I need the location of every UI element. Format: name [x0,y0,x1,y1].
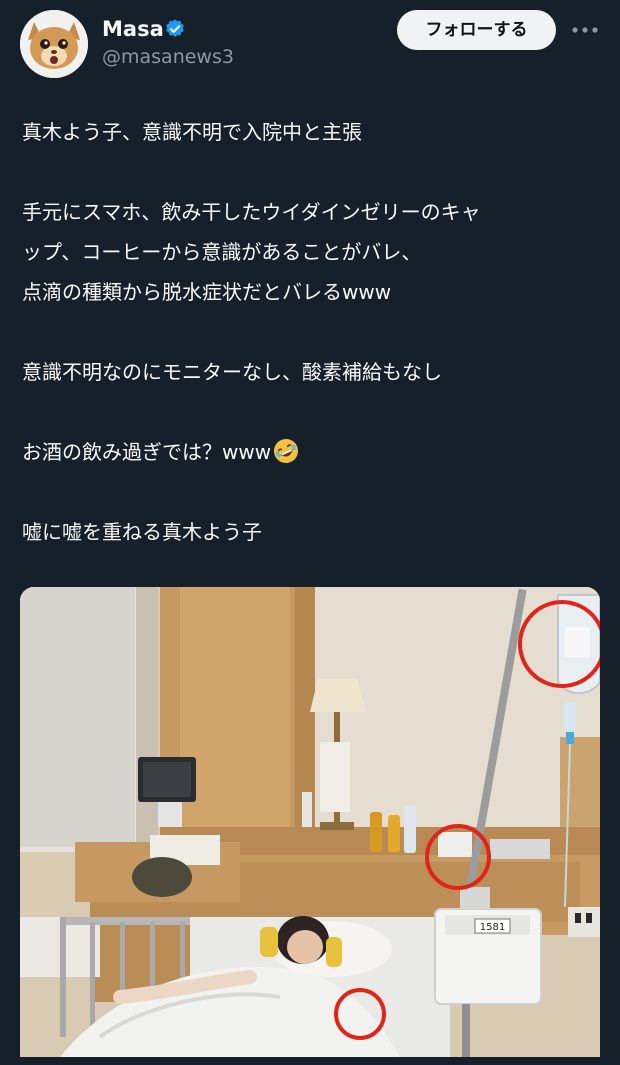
pump-label: 1581 [480,922,505,933]
tweet-line: 嘘に嘘を重ねる真木よう子 [22,520,262,544]
cat-avatar-icon [20,10,88,78]
tweet-header: Masa @masanews3 フォローする [0,0,620,90]
tweet-line-with-emoji: お酒の飲み過ぎでは？www [22,432,607,472]
tweet-line: ップ、コーヒーから意識があることがバレ、 [22,240,422,264]
tweet-line: 真木よう子、意識不明で入院中と主張 [22,120,362,144]
more-horizontal-icon[interactable] [568,18,602,42]
display-name[interactable]: Masa [102,16,164,42]
tweet-line: 手元にスマホ、飲み干したウイダインゼリーのキャ [22,200,481,224]
hospital-room-photo: 1581 [20,587,600,1057]
verified-badge-icon [166,19,184,37]
user-handle[interactable]: @masanews3 [102,45,234,69]
rolling-laughing-emoji-icon [274,439,299,463]
tweet-line: 点滴の種類から脱水症状だとバレるwww [22,280,392,304]
follow-button[interactable]: フォローする [397,10,556,50]
tweet-line: 意識不明なのにモニターなし、酸素補給もなし [22,360,442,384]
avatar[interactable] [20,10,88,78]
tweet-line-text: お酒の飲み過ぎでは？www [22,440,272,464]
tweet-text: 真木よう子、意識不明で入院中と主張 手元にスマホ、飲み干したウイダインゼリーのキ… [22,112,607,552]
tweet-photo[interactable]: 1581 [20,587,600,1057]
